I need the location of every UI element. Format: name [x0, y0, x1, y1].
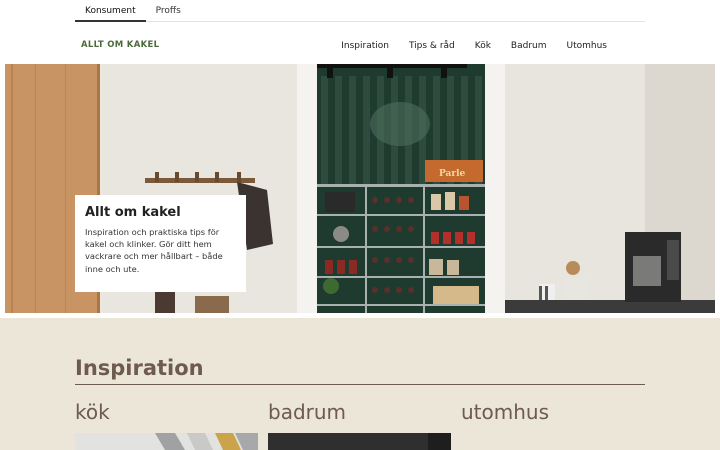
- hero-card: Allt om kakel Inspiration och praktiska …: [75, 195, 246, 292]
- category-utomhus[interactable]: utomhus: [461, 400, 549, 424]
- badrum-thumbnail[interactable]: [268, 433, 451, 450]
- nav-tips-rad[interactable]: Tips & råd: [409, 41, 455, 51]
- hero-text: Inspiration och praktiska tips för kakel…: [85, 227, 223, 274]
- hero-title: Allt om kakel: [85, 205, 181, 220]
- nav-inspiration[interactable]: Inspiration: [341, 41, 389, 51]
- hero-banner: Parle Allt om kakel Inspiration och prak…: [5, 64, 715, 313]
- nav-utomhus[interactable]: Utomhus: [567, 41, 608, 51]
- main-nav: Inspiration Tips & råd Kök Badrum Utomhu…: [341, 41, 607, 51]
- tab-konsument[interactable]: Konsument: [75, 0, 146, 22]
- category-badrum[interactable]: badrum: [268, 400, 346, 424]
- tab-proffs[interactable]: Proffs: [146, 0, 191, 22]
- section-divider: [75, 384, 645, 385]
- nav-badrum[interactable]: Badrum: [511, 41, 547, 51]
- nav-kok[interactable]: Kök: [475, 41, 491, 51]
- category-kok[interactable]: kök: [75, 400, 110, 424]
- site-logo[interactable]: ALLT OM KAKEL: [81, 40, 159, 50]
- inspiration-heading: Inspiration: [75, 356, 204, 380]
- audience-tabs: Konsument Proffs: [75, 0, 645, 22]
- crate-label: Parle: [439, 169, 466, 179]
- kok-thumbnail[interactable]: [75, 433, 258, 450]
